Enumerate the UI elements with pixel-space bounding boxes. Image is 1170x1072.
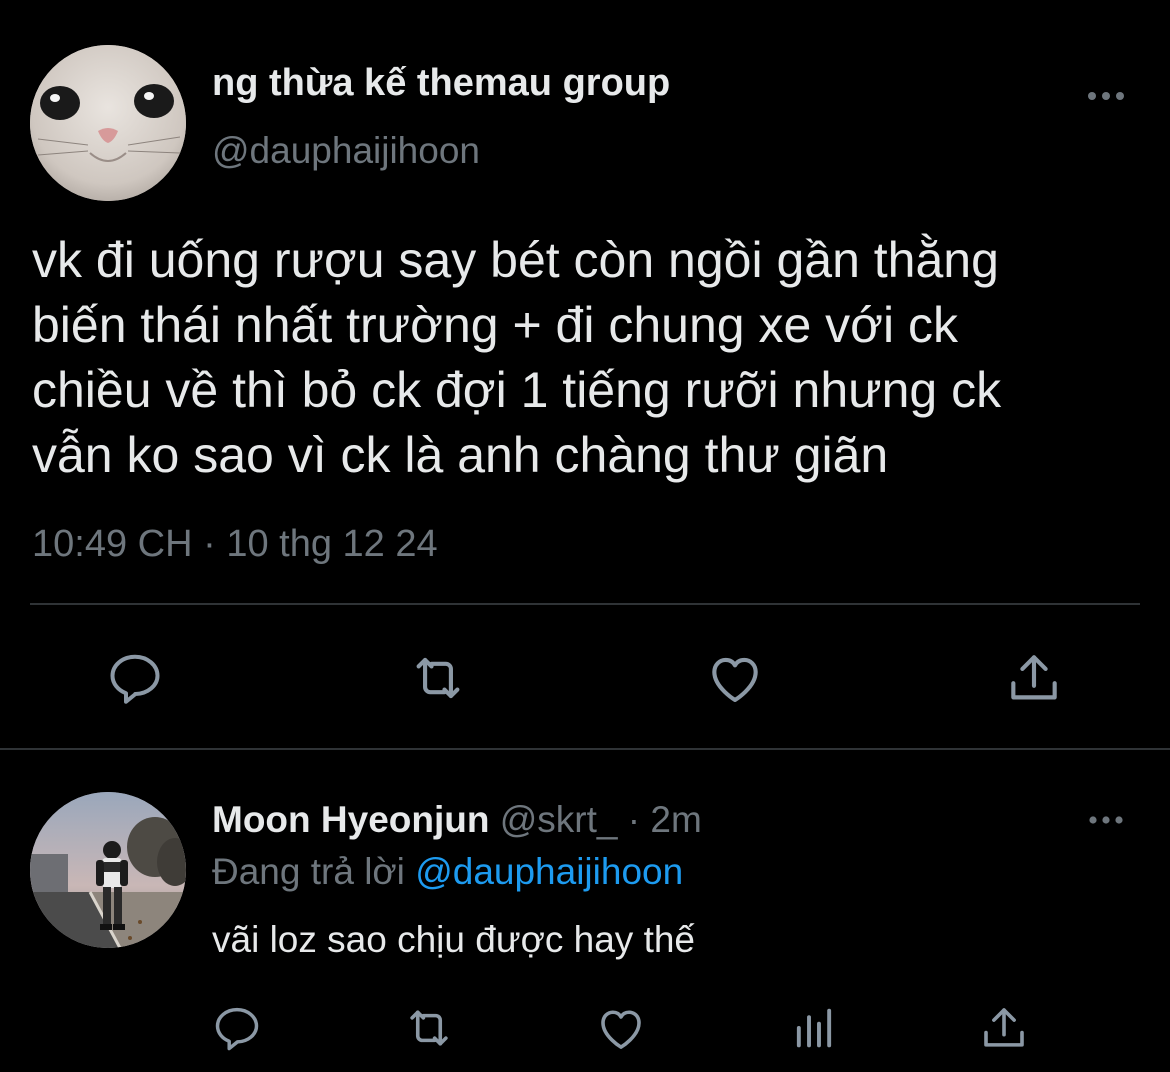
more-icon[interactable] [1084, 84, 1128, 108]
tweet-date[interactable]: 10 thg 12 24 [226, 523, 437, 565]
cat-avatar-image [30, 45, 186, 201]
tweet-text: vk đi uống rượu say bét còn ngồi gần thằ… [32, 232, 1002, 483]
reply-icon[interactable] [103, 646, 167, 710]
like-icon[interactable] [703, 646, 767, 710]
reply-action-bar [0, 996, 1170, 1062]
author-handle[interactable]: @dauphaijihoon [212, 128, 480, 174]
replying-to-row: Đang trả lời @dauphaijihoon [212, 849, 683, 895]
like-icon[interactable] [593, 1000, 649, 1056]
reply-author-display-name[interactable]: Moon Hyeonjun [212, 799, 489, 840]
reply-author-handle[interactable]: @skrt_ [500, 799, 618, 840]
retweet-icon[interactable] [401, 1000, 457, 1056]
replying-to-label: Đang trả lời [212, 851, 405, 892]
reply-icon[interactable] [209, 1000, 265, 1056]
share-icon[interactable] [976, 1000, 1032, 1056]
views-icon[interactable] [786, 1000, 842, 1056]
reply-header: Moon Hyeonjun @skrt_ · 2m [212, 797, 702, 843]
tweet-action-bar [0, 640, 1170, 716]
more-icon[interactable] [1086, 810, 1126, 830]
reply-age[interactable]: 2m [650, 799, 701, 840]
author-avatar[interactable] [30, 45, 186, 201]
reply-author-avatar[interactable] [30, 792, 186, 948]
retweet-icon[interactable] [406, 646, 470, 710]
tweet-time[interactable]: 10:49 CH [32, 523, 193, 565]
reply-text: vãi loz sao chịu được hay thế [212, 919, 696, 960]
divider [30, 603, 1140, 605]
person-street-avatar-image [30, 792, 186, 948]
tweet-timestamp-row[interactable]: 10:49 CH · 10 thg 12 24 [32, 520, 438, 568]
share-icon[interactable] [1002, 646, 1066, 710]
author-display-name[interactable]: ng thừa kế themau group [212, 60, 670, 106]
separator-dot: · [627, 799, 641, 840]
separator-dot: · [203, 523, 216, 565]
replying-to-mention[interactable]: @dauphaijihoon [415, 851, 683, 892]
divider [0, 748, 1170, 750]
